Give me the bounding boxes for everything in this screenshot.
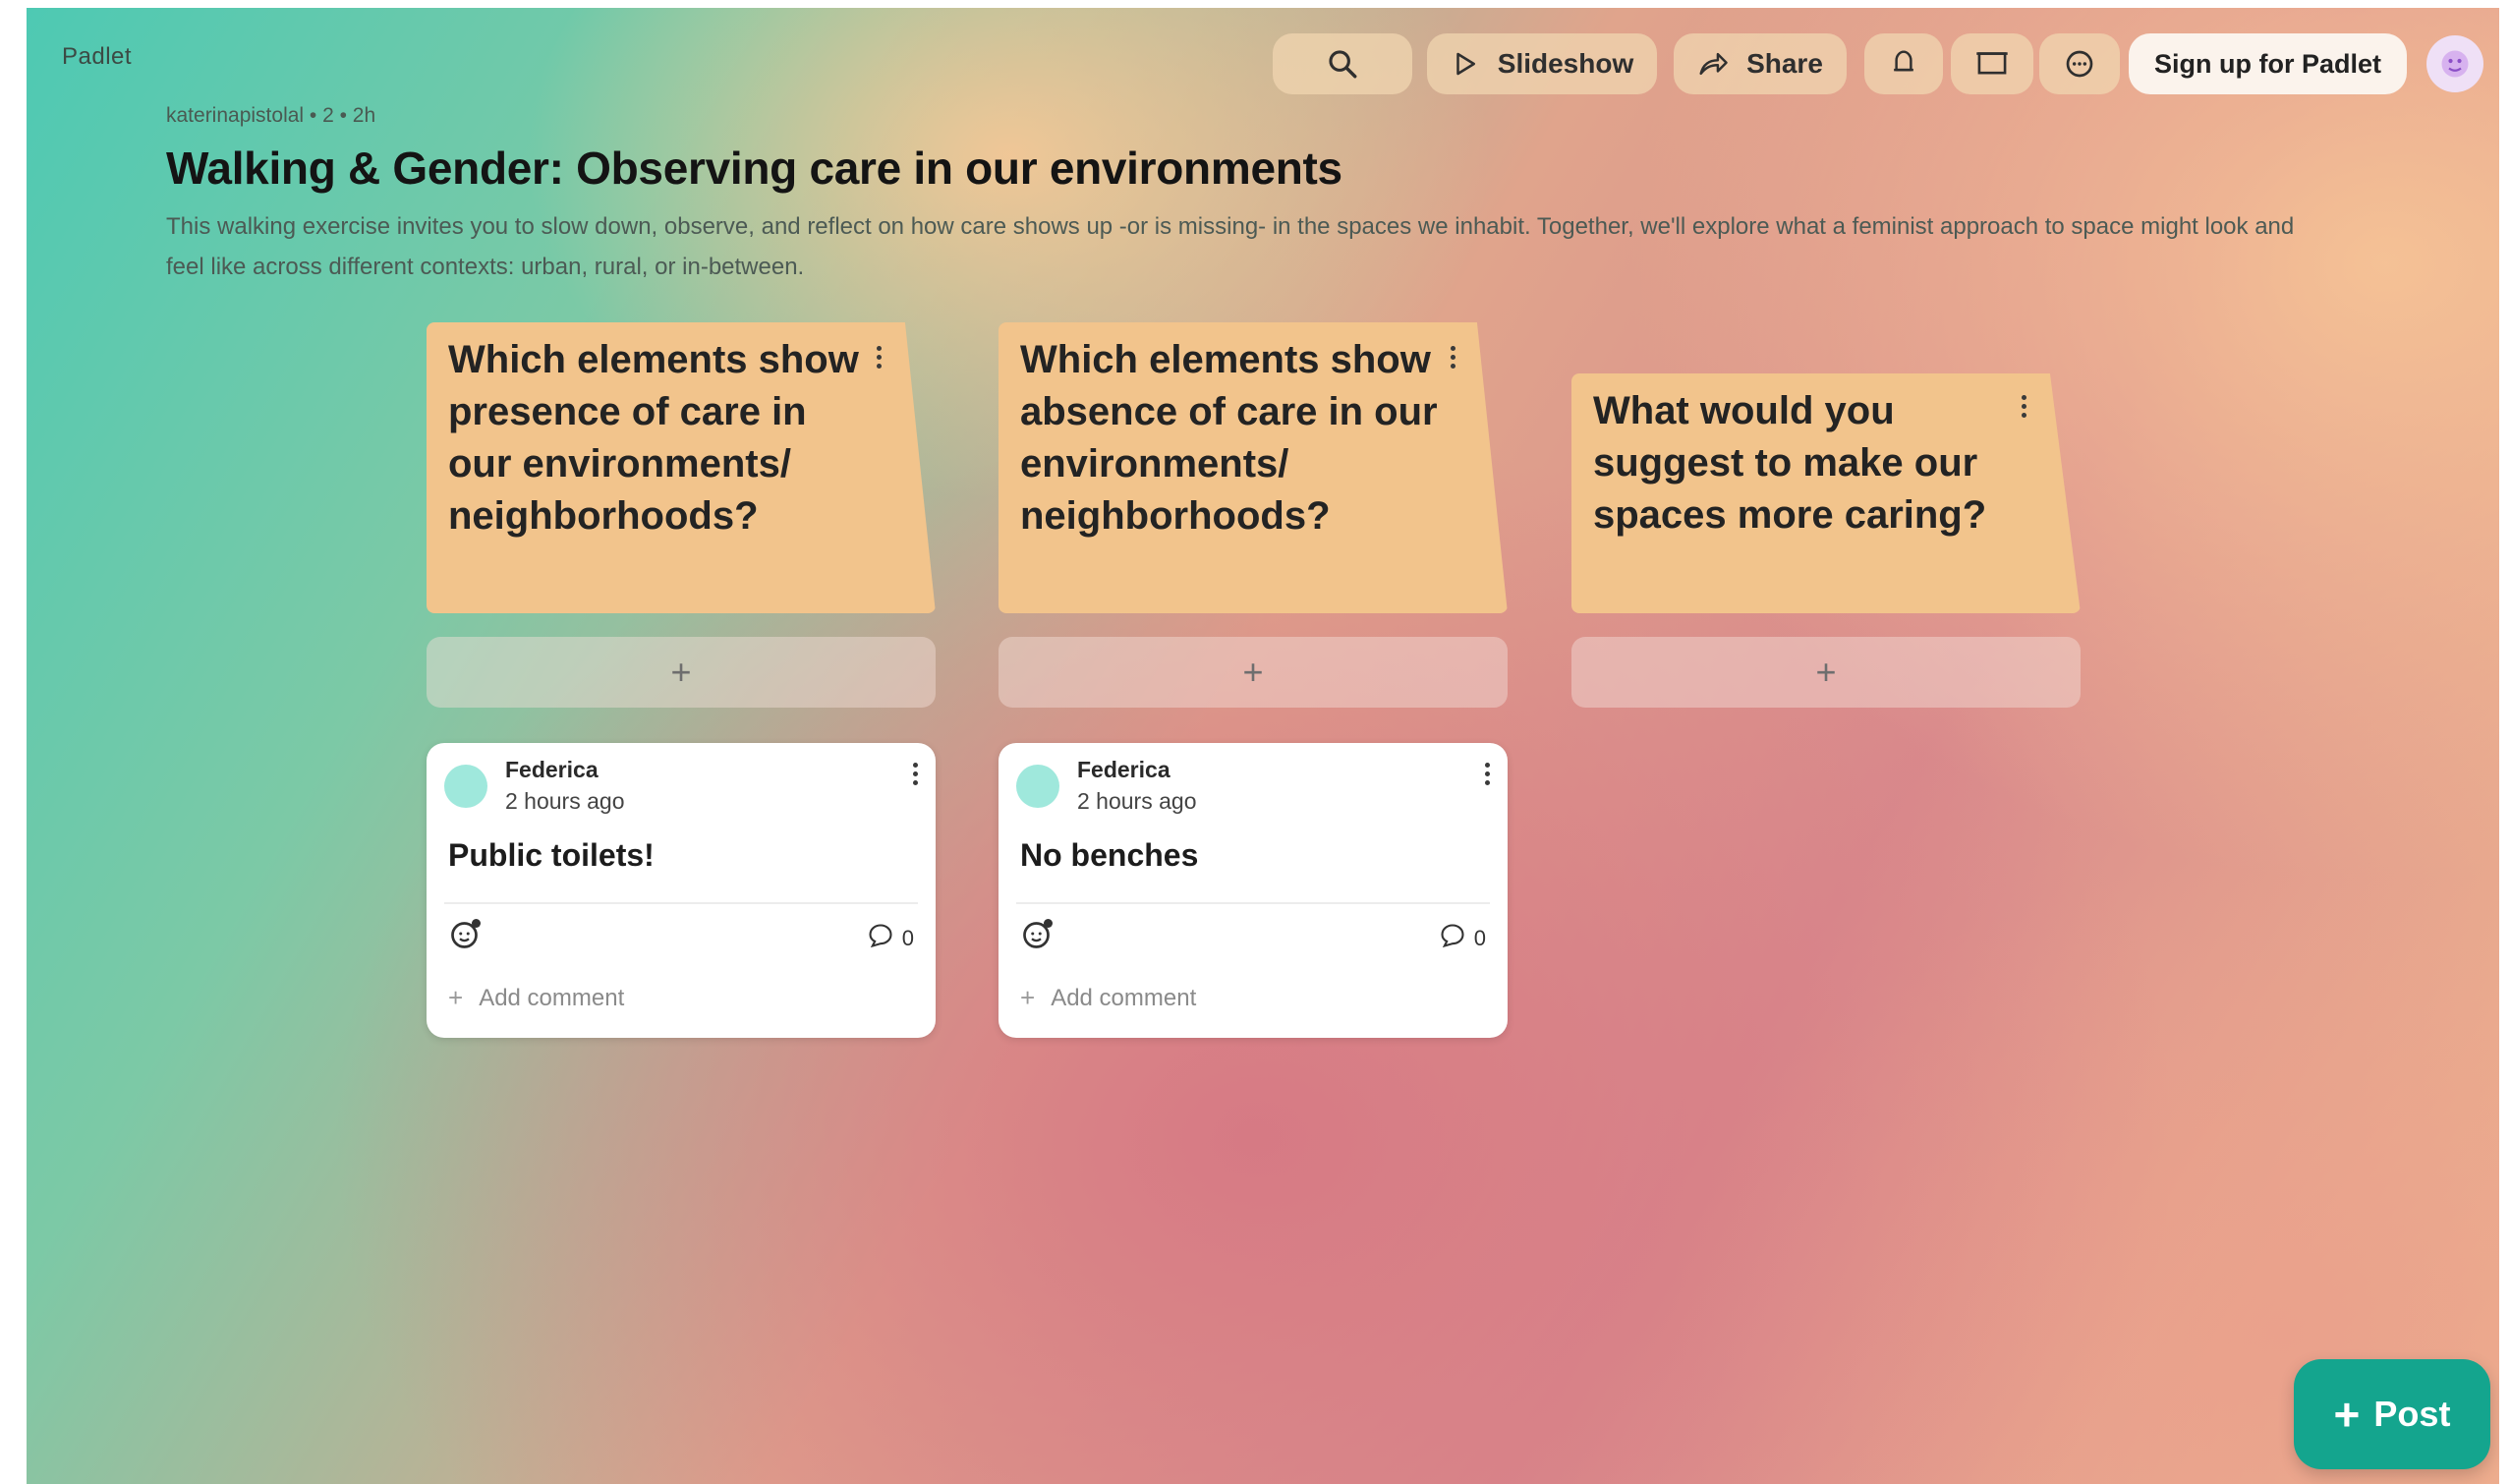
signup-button[interactable]: Sign up for Padlet [2129,33,2407,94]
post-time: 2 hours ago [505,788,625,814]
add-post-button[interactable]: + [1571,637,2081,708]
column-title: Which elements show absence of care in o… [1020,338,1438,538]
post-button-label: Post [2373,1394,2451,1434]
plus-icon: + [1020,983,1036,1012]
add-comment-label: Add comment [1051,984,1197,1011]
play-icon [1451,49,1480,79]
post-card[interactable]: Federica 2 hours ago Public toilets! 0 +… [427,743,936,1038]
post-body: No benches [1020,837,1199,873]
post-author: Federica [1077,757,1170,782]
add-comment[interactable]: + Add comment [448,983,624,1013]
post-body: Public toilets! [448,837,655,873]
board-canvas: Padlet Slideshow Share Sign up for Padle… [27,8,2499,1484]
column-title: Which elements show presence of care in … [448,338,859,538]
plus-icon: + [448,983,464,1012]
search-button[interactable] [1273,33,1412,94]
toolbar: Slideshow Share Sign up for Padlet [27,33,2499,94]
bell-icon [1889,48,1918,80]
add-comment[interactable]: + Add comment [1020,983,1196,1013]
post-button[interactable]: + Post [2294,1359,2490,1469]
post-author: Federica [505,757,599,782]
share-arrow-icon [1697,49,1729,79]
column-menu-icon[interactable] [877,346,882,369]
author-avatar [1016,765,1059,808]
comment-icon [867,922,894,955]
more-icon [2064,48,2095,80]
post-card[interactable]: Federica 2 hours ago No benches 0 + Add … [999,743,1508,1038]
comment-count[interactable]: 0 [867,922,914,955]
column-menu-icon[interactable] [2022,395,2026,418]
comment-icon [1439,922,1466,955]
board-description: This walking exercise invites you to slo… [166,213,2295,280]
comment-count-value: 0 [1473,926,1486,950]
comment-count[interactable]: 0 [1439,922,1486,955]
board-title: Walking & Gender: Observing care in our … [166,143,1342,194]
column-header-suggestions[interactable]: What would you suggest to make our space… [1571,373,2081,613]
divider [444,902,918,904]
add-post-button[interactable]: + [427,637,936,708]
search-icon [1326,47,1359,81]
notifications-button[interactable] [1864,33,1943,94]
column-title: What would you suggest to make our space… [1593,389,1987,537]
device-view-button[interactable] [1951,33,2033,94]
user-avatar-icon[interactable] [2426,35,2483,92]
add-reaction-icon[interactable] [1020,916,1056,956]
add-comment-label: Add comment [479,984,625,1011]
add-reaction-icon[interactable] [448,916,484,956]
author-avatar [444,765,487,808]
more-button[interactable] [2039,33,2120,94]
column-header-presence[interactable]: Which elements show presence of care in … [427,322,936,613]
add-post-button[interactable]: + [999,637,1508,708]
board-meta: katerinapistolal • 2 • 2h [166,104,376,127]
column-menu-icon[interactable] [1451,346,1455,369]
screen-icon [1975,49,2009,79]
slideshow-label: Slideshow [1497,48,1634,79]
column-header-absence[interactable]: Which elements show absence of care in o… [999,322,1508,613]
divider [1016,902,1490,904]
comment-count-value: 0 [901,926,914,950]
share-button[interactable]: Share [1674,33,1847,94]
post-menu-icon[interactable] [1485,763,1490,785]
post-menu-icon[interactable] [913,763,918,785]
post-time: 2 hours ago [1077,788,1197,814]
slideshow-button[interactable]: Slideshow [1427,33,1657,94]
share-label: Share [1746,48,1823,79]
plus-icon: + [2333,1389,2361,1440]
